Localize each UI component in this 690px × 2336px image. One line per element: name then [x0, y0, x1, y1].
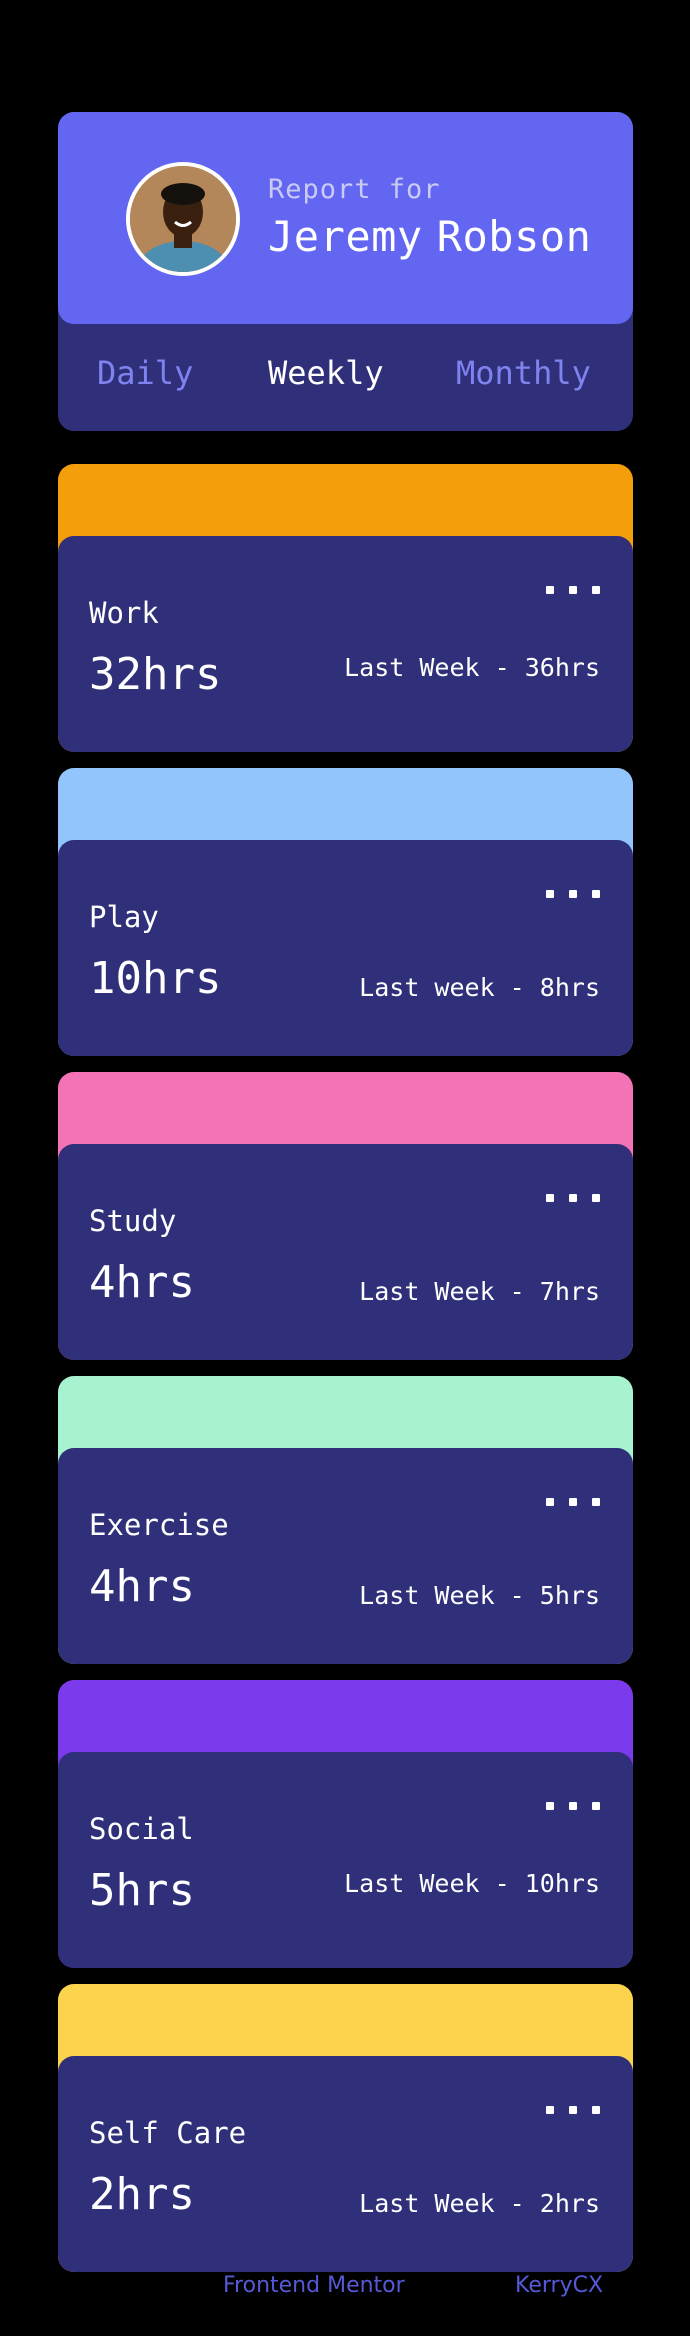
activity-card-study: Study 4hrs Last Week - 7hrs: [58, 1072, 633, 1360]
activity-card-play: Play 10hrs Last week - 8hrs: [58, 768, 633, 1056]
card-current-hours: 32hrs: [89, 649, 222, 700]
card-body: Study 4hrs Last Week - 7hrs: [58, 1144, 633, 1360]
activity-card-social: Social 5hrs Last Week - 10hrs: [58, 1680, 633, 1968]
footer-link-frontend-mentor[interactable]: Frontend Mentor: [223, 2273, 405, 2298]
ellipsis-icon[interactable]: [546, 1794, 600, 1814]
tab-monthly[interactable]: Monthly: [456, 354, 591, 392]
card-title: Social: [89, 1812, 194, 1846]
card-body: Work 32hrs Last Week - 36hrs: [58, 536, 633, 752]
user-name: Jeremy Robson: [268, 212, 591, 261]
ellipsis-icon[interactable]: [546, 2098, 600, 2118]
card-current-hours: 4hrs: [89, 1561, 195, 1612]
last-name: Robson: [436, 212, 592, 261]
profile-header: Report for Jeremy Robson: [58, 112, 633, 324]
footer-link-author[interactable]: KerryCX: [515, 2273, 603, 2298]
card-previous-hours: Last Week - 10hrs: [344, 1869, 600, 1898]
report-for-label: Report for: [268, 174, 441, 205]
first-name: Jeremy: [268, 212, 423, 261]
card-previous-hours: Last week - 8hrs: [359, 973, 600, 1002]
card-current-hours: 5hrs: [89, 1865, 195, 1916]
tab-daily[interactable]: Daily: [97, 354, 193, 392]
card-body: Exercise 4hrs Last Week - 5hrs: [58, 1448, 633, 1664]
card-title: Play: [89, 900, 159, 934]
profile-card: Report for Jeremy Robson Daily Weekly Mon…: [58, 112, 633, 431]
ellipsis-icon[interactable]: [546, 1186, 600, 1206]
card-previous-hours: Last Week - 2hrs: [359, 2189, 600, 2218]
card-current-hours: 2hrs: [89, 2169, 195, 2220]
card-previous-hours: Last Week - 5hrs: [359, 1581, 600, 1610]
activity-card-self-care: Self Care 2hrs Last Week - 2hrs: [58, 1984, 633, 2272]
ellipsis-icon[interactable]: [546, 1490, 600, 1510]
card-title: Exercise: [89, 1508, 229, 1542]
card-body: Play 10hrs Last week - 8hrs: [58, 840, 633, 1056]
ellipsis-icon[interactable]: [546, 882, 600, 902]
activity-card-work: Work 32hrs Last Week - 36hrs: [58, 464, 633, 752]
avatar: [126, 162, 240, 276]
activity-card-exercise: Exercise 4hrs Last Week - 5hrs: [58, 1376, 633, 1664]
card-title: Study: [89, 1204, 177, 1238]
ellipsis-icon[interactable]: [546, 578, 600, 598]
card-previous-hours: Last Week - 36hrs: [344, 653, 600, 682]
period-tabs: Daily Weekly Monthly: [58, 324, 633, 431]
card-title: Work: [89, 596, 159, 630]
tab-weekly[interactable]: Weekly: [268, 354, 384, 392]
card-previous-hours: Last Week - 7hrs: [359, 1277, 600, 1306]
card-body: Social 5hrs Last Week - 10hrs: [58, 1752, 633, 1968]
card-body: Self Care 2hrs Last Week - 2hrs: [58, 2056, 633, 2272]
card-current-hours: 4hrs: [89, 1257, 195, 1308]
avatar-image: [130, 166, 236, 272]
card-title: Self Care: [89, 2116, 247, 2150]
